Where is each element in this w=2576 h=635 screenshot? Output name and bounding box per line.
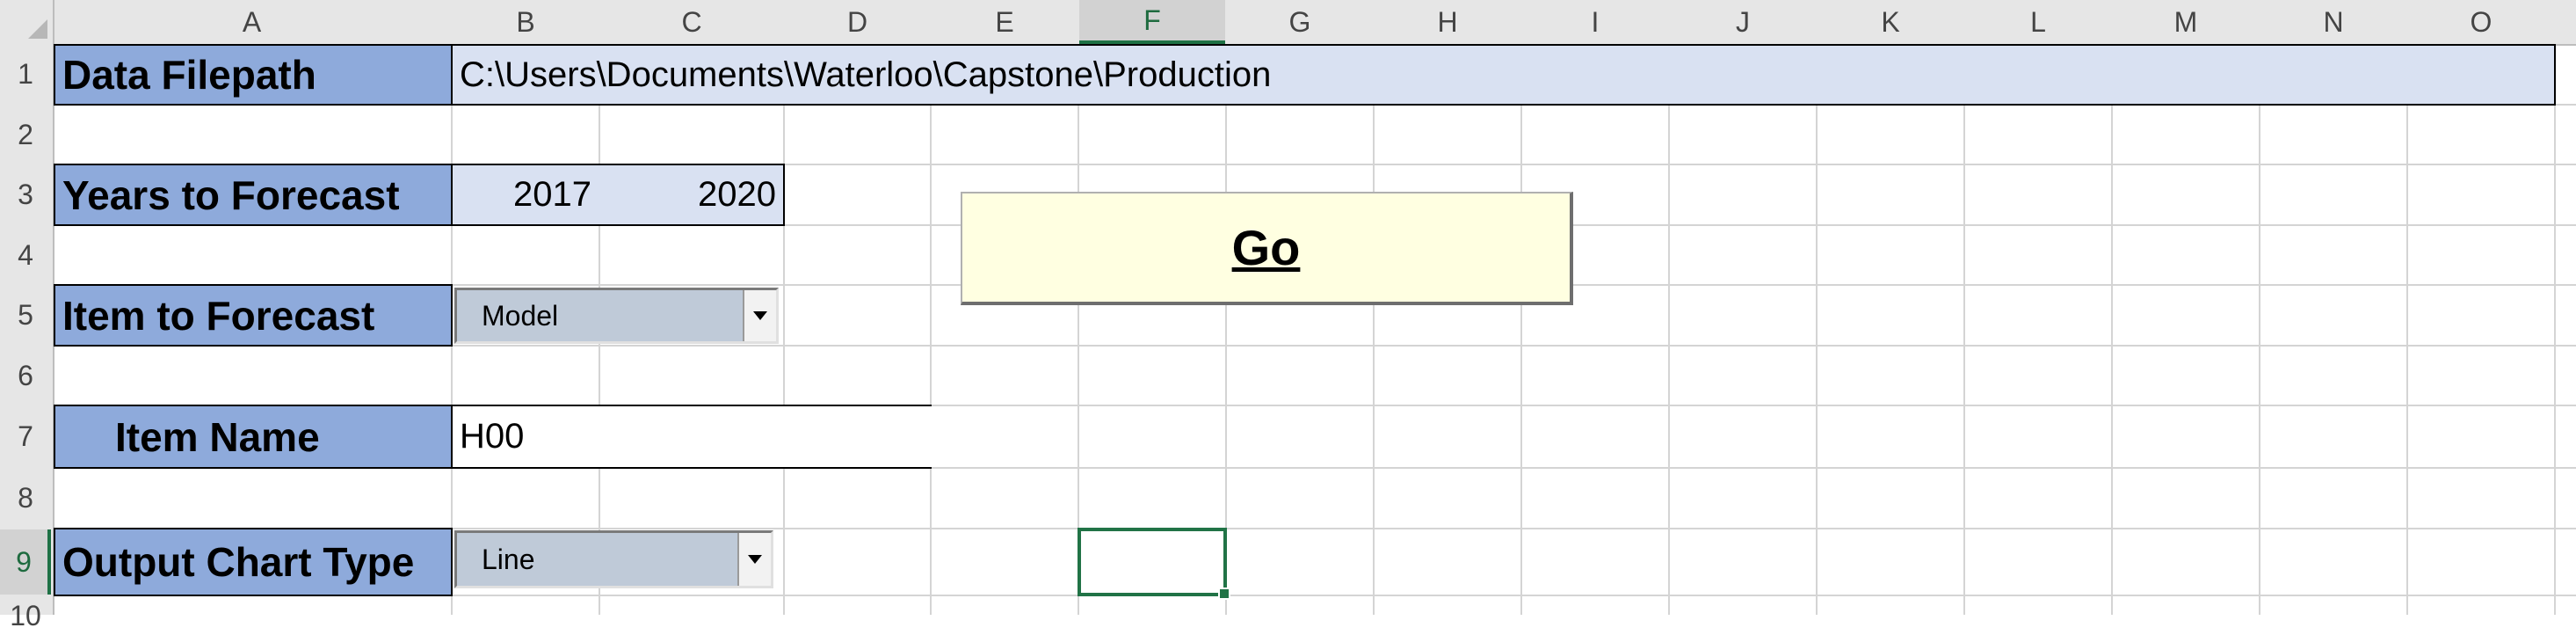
year-start-input[interactable]: 2017 <box>451 164 600 226</box>
fill-handle[interactable] <box>1218 588 1230 600</box>
row-header-9[interactable]: 9 <box>0 529 51 595</box>
row-header-10[interactable]: 10 <box>0 596 51 635</box>
year-end-input[interactable]: 2020 <box>599 164 785 226</box>
column-header-g[interactable]: G <box>1227 0 1373 44</box>
column-header-b[interactable]: B <box>453 0 599 44</box>
column-header-f[interactable]: F <box>1079 0 1225 44</box>
item-to-forecast-value: Model <box>482 299 559 332</box>
active-cell-selection[interactable] <box>1078 528 1230 600</box>
output-chart-type-label: Output Chart Type <box>54 528 453 596</box>
row-header-3[interactable]: 3 <box>0 165 51 224</box>
column-header-d[interactable]: D <box>785 0 930 44</box>
column-header-m[interactable]: M <box>2113 0 2259 44</box>
column-header-h[interactable]: H <box>1375 0 1520 44</box>
data-filepath-label: Data Filepath <box>54 44 453 106</box>
go-button[interactable]: Go <box>961 192 1573 305</box>
column-header-l[interactable]: L <box>1965 0 2111 44</box>
column-header-k[interactable]: K <box>1818 0 1963 44</box>
item-name-label: Item Name <box>54 405 453 469</box>
row-header-2[interactable]: 2 <box>0 106 51 164</box>
item-to-forecast-label: Item to Forecast <box>54 284 453 347</box>
column-header-j[interactable]: J <box>1670 0 1816 44</box>
select-all-corner[interactable] <box>0 0 53 44</box>
row-header-6[interactable]: 6 <box>0 347 51 405</box>
row-header-4[interactable]: 4 <box>0 226 51 284</box>
column-header-o[interactable]: O <box>2408 0 2554 44</box>
chevron-down-icon <box>753 311 767 320</box>
column-header-n[interactable]: N <box>2260 0 2406 44</box>
column-header-c[interactable]: C <box>600 0 783 44</box>
output-chart-type-dropdown[interactable]: Line <box>454 530 773 588</box>
dropdown-button[interactable] <box>743 290 776 341</box>
column-header-e[interactable]: E <box>932 0 1078 44</box>
column-header-a[interactable]: A <box>53 0 451 44</box>
item-name-input[interactable]: H00 <box>451 405 932 469</box>
row-header-5[interactable]: 5 <box>0 286 51 345</box>
item-to-forecast-dropdown[interactable]: Model <box>454 288 779 344</box>
select-all-icon <box>28 19 47 39</box>
chevron-down-icon <box>748 555 762 564</box>
data-filepath-input[interactable]: C:\Users\Documents\Waterloo\Capstone\Pro… <box>451 44 2556 106</box>
row-header-8[interactable]: 8 <box>0 469 51 528</box>
years-to-forecast-label: Years to Forecast <box>54 164 453 226</box>
spreadsheet: A B C D E F G H I J K L M N O 1 2 3 4 5 … <box>0 0 2576 631</box>
output-chart-type-value: Line <box>482 543 535 575</box>
row-header-1[interactable]: 1 <box>0 44 51 104</box>
column-header-i[interactable]: I <box>1522 0 1668 44</box>
row-header-7[interactable]: 7 <box>0 406 51 467</box>
dropdown-button[interactable] <box>737 533 771 586</box>
